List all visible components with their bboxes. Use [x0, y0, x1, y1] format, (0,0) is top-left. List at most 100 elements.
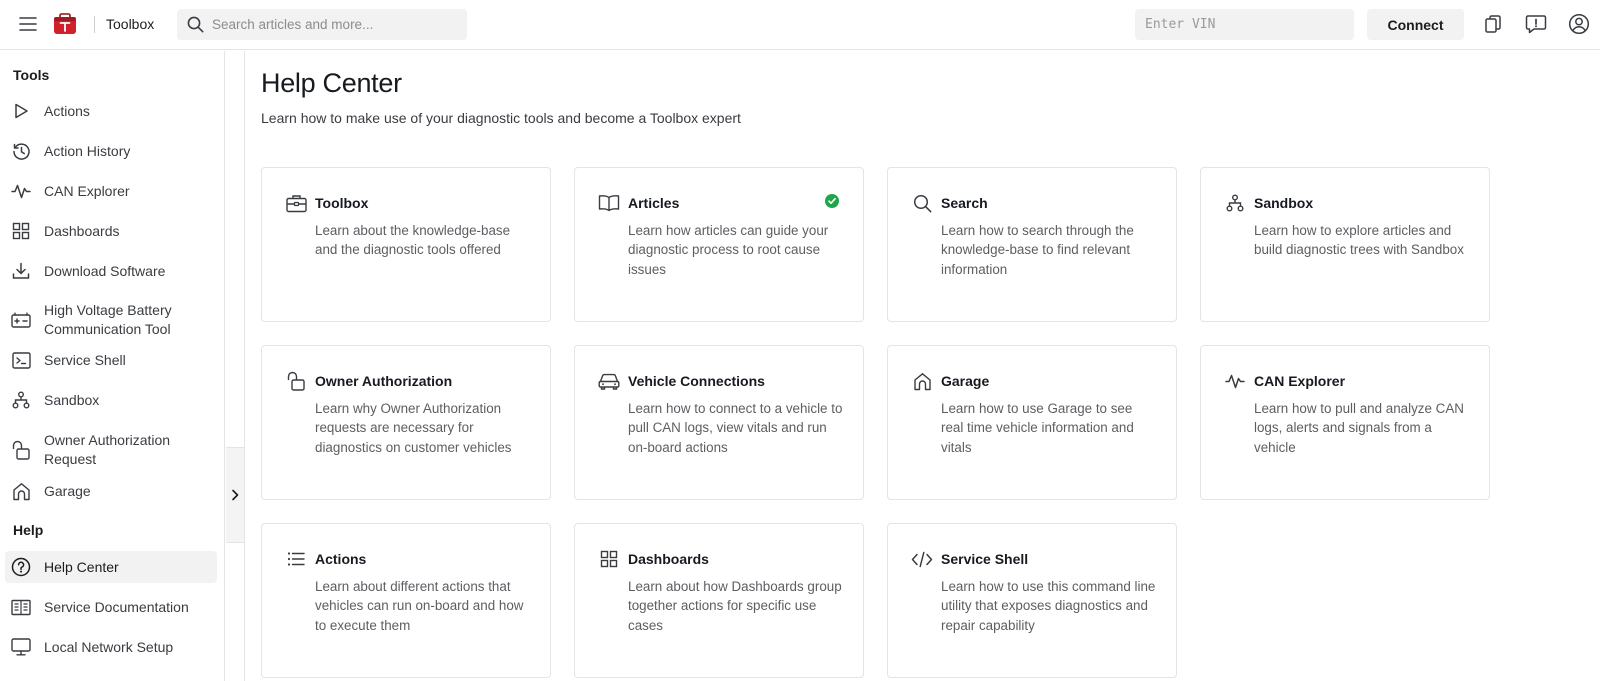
- sidebar-item-label: Owner Authorization Request: [44, 432, 171, 467]
- sidebar-item-help-center[interactable]: Help Center: [5, 551, 217, 583]
- sidebar-item-label: Service Shell: [44, 351, 126, 368]
- question-icon: [11, 557, 31, 577]
- play-icon: [11, 101, 31, 121]
- card-title: CAN Explorer: [1254, 373, 1346, 389]
- help-card-vehicle-connections[interactable]: Vehicle Connections Learn how to connect…: [574, 345, 864, 500]
- grid-icon: [598, 548, 620, 570]
- toolbox-icon: [285, 192, 307, 214]
- search-input[interactable]: [212, 17, 452, 32]
- help-card-toolbox[interactable]: Toolbox Learn about the knowledge-base a…: [261, 167, 551, 322]
- code-icon: [911, 548, 933, 570]
- help-card-owner-authorization[interactable]: Owner Authorization Learn why Owner Auth…: [261, 345, 551, 500]
- hamburger-menu-icon[interactable]: [16, 12, 40, 36]
- unlock-icon: [285, 370, 307, 392]
- chevron-right-icon: [231, 489, 239, 501]
- help-card-dashboards[interactable]: Dashboards Learn about how Dashboards gr…: [574, 523, 864, 678]
- help-card-actions[interactable]: Actions Learn about different actions th…: [261, 523, 551, 678]
- card-title: Vehicle Connections: [628, 373, 765, 389]
- search-box[interactable]: [177, 9, 467, 40]
- sidebar-item-label: Sandbox: [44, 391, 100, 408]
- help-card-sandbox[interactable]: Sandbox Learn how to explore articles an…: [1200, 167, 1490, 322]
- card-title: Articles: [628, 195, 680, 211]
- home-icon: [11, 481, 31, 501]
- waveform-icon: [11, 181, 31, 201]
- help-card-search[interactable]: Search Learn how to search through the k…: [887, 167, 1177, 322]
- sidebar-section-tools: Tools: [13, 67, 50, 83]
- list-icon: [285, 548, 307, 570]
- sidebar-item-actions[interactable]: Actions: [5, 99, 217, 123]
- sidebar: Tools Actions Action History CAN Explore…: [0, 51, 225, 681]
- sidebar-item-label: Local Network Setup: [44, 638, 174, 655]
- completed-check-icon: [825, 194, 839, 208]
- sidebar-item-label: Help Center: [44, 558, 119, 575]
- sidebar-item-sandbox[interactable]: Sandbox: [5, 388, 217, 412]
- sidebar-item-label: Action History: [44, 142, 131, 159]
- home-icon: [911, 370, 933, 392]
- sidebar-item-action-history[interactable]: Action History: [5, 139, 217, 163]
- sidebar-item-garage[interactable]: Garage: [5, 479, 217, 503]
- search-icon: [911, 192, 933, 214]
- card-description: Learn how to search through the knowledg…: [941, 223, 1134, 277]
- top-bar: Toolbox Connect: [0, 0, 1600, 50]
- sidebar-item-service-documentation[interactable]: Service Documentation: [5, 595, 217, 619]
- account-icon[interactable]: [1567, 12, 1591, 36]
- vin-box[interactable]: [1135, 9, 1354, 40]
- card-description: Learn how to use Garage to see real time…: [941, 401, 1134, 455]
- card-title: Garage: [941, 373, 990, 389]
- sidebar-item-label: Service Documentation: [44, 598, 189, 615]
- card-description: Learn how to connect to a vehicle to pul…: [628, 401, 843, 455]
- terminal-icon: [11, 350, 31, 370]
- card-description: Learn about different actions that vehic…: [315, 579, 524, 633]
- card-title: Service Shell: [941, 551, 1029, 567]
- sidebar-toggle-button[interactable]: [226, 447, 244, 543]
- open-book-icon: [598, 192, 620, 214]
- card-title: Actions: [315, 551, 367, 567]
- card-description: Learn about how Dashboards group togethe…: [628, 579, 842, 633]
- help-card-articles[interactable]: Articles Learn how articles can guide yo…: [574, 167, 864, 322]
- sidebar-item-label: CAN Explorer: [44, 182, 130, 199]
- sidebar-collapse-strip: [226, 51, 244, 681]
- feedback-icon[interactable]: [1524, 12, 1548, 36]
- history-icon: [11, 141, 31, 161]
- sidebar-item-can-explorer[interactable]: CAN Explorer: [5, 179, 217, 203]
- card-title: Sandbox: [1254, 195, 1314, 211]
- connect-button[interactable]: Connect: [1367, 9, 1464, 40]
- card-description: Learn why Owner Authorization requests a…: [315, 401, 512, 455]
- card-description: Learn about the knowledge-base and the d…: [315, 223, 511, 258]
- sidebar-item-label: Actions: [44, 102, 90, 119]
- help-card-garage[interactable]: Garage Learn how to use Garage to see re…: [887, 345, 1177, 500]
- sidebar-item-label: Download Software: [44, 262, 166, 279]
- sidebar-item-local-network-setup[interactable]: Local Network Setup: [5, 635, 217, 659]
- sidebar-item-label: Garage: [44, 482, 91, 499]
- help-card-can-explorer[interactable]: CAN Explorer Learn how to pull and analy…: [1200, 345, 1490, 500]
- main-divider: [244, 51, 245, 681]
- sidebar-item-label: High Voltage Battery Communication Tool: [44, 302, 172, 337]
- sidebar-item-dashboards[interactable]: Dashboards: [5, 219, 217, 243]
- sidebar-section-help: Help: [13, 522, 44, 538]
- page-title: Help Center: [261, 68, 402, 98]
- car-icon: [598, 370, 620, 392]
- unlock-icon: [11, 440, 31, 460]
- sidebar-item-download-software[interactable]: Download Software: [5, 259, 217, 283]
- vin-input[interactable]: [1145, 17, 1345, 32]
- card-title: Owner Authorization: [315, 373, 453, 389]
- waveform-icon: [1224, 370, 1246, 392]
- book-icon: [11, 597, 31, 617]
- card-description: Learn how to pull and analyze CAN logs, …: [1254, 401, 1464, 455]
- card-description: Learn how articles can guide your diagno…: [628, 223, 829, 277]
- brand-divider: [94, 16, 95, 33]
- copy-icon[interactable]: [1481, 12, 1505, 36]
- card-description: Learn how to use this command line utili…: [941, 579, 1156, 633]
- sidebar-item-service-shell[interactable]: Service Shell: [5, 348, 217, 372]
- page-subtitle: Learn how to make use of your diagnostic…: [261, 110, 741, 126]
- app-name: Toolbox: [106, 16, 155, 32]
- toolbox-logo-icon: [53, 13, 77, 35]
- hierarchy-icon: [11, 390, 31, 410]
- help-card-service-shell[interactable]: Service Shell Learn how to use this comm…: [887, 523, 1177, 678]
- sidebar-item-label: Dashboards: [44, 222, 120, 239]
- sidebar-item-hv-battery-tool[interactable]: High Voltage Battery Communication Tool: [5, 299, 217, 341]
- sidebar-item-owner-authorization[interactable]: Owner Authorization Request: [5, 429, 217, 471]
- card-title: Search: [941, 195, 988, 211]
- search-icon: [187, 16, 204, 33]
- download-icon: [11, 261, 31, 281]
